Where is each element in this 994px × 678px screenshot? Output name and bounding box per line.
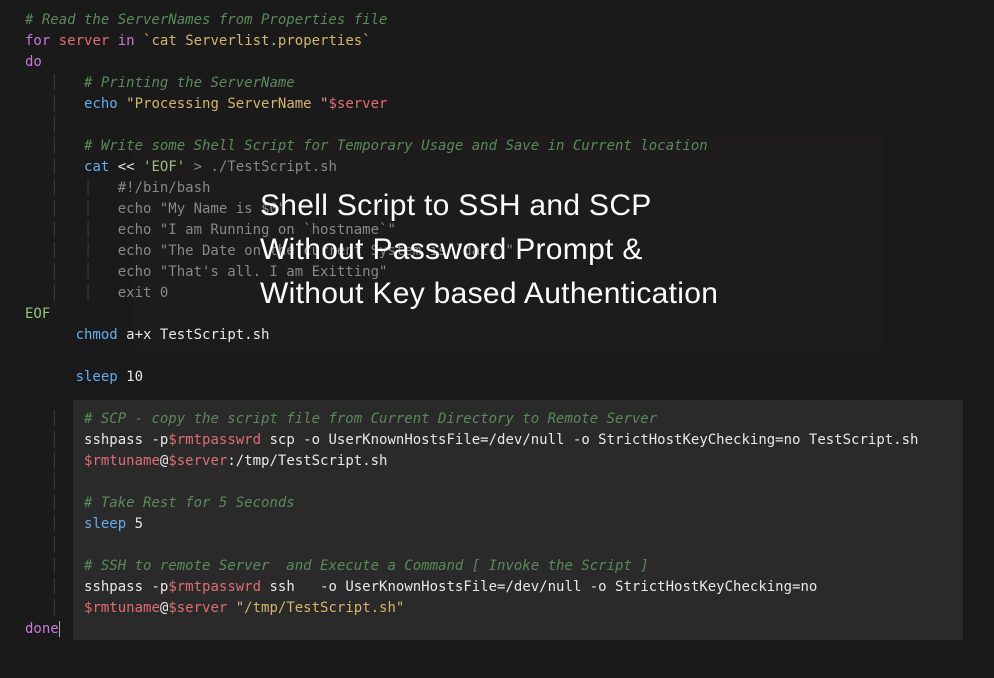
string: "Processing ServerName "	[126, 96, 328, 112]
remote-path: :/tmp/TestScript.sh	[227, 453, 387, 469]
keyword-done: done	[25, 621, 59, 637]
backtick-cmd: `cat Serverlist.properties`	[143, 33, 371, 49]
variable-ref: $server	[168, 600, 227, 616]
keyword-in: in	[118, 33, 135, 49]
heredoc-end: EOF	[25, 306, 50, 322]
ssh-args: ssh -o UserKnownHostsFile=/dev/null -o S…	[261, 579, 817, 595]
cmd-sshpass: sshpass -p	[84, 432, 168, 448]
redirect: > ./TestScript.sh	[194, 159, 337, 175]
operator: <<	[118, 159, 135, 175]
scp-args: scp -o UserKnownHostsFile=/dev/null -o S…	[261, 432, 918, 448]
variable-ref: $rmtpasswrd	[168, 579, 261, 595]
comment: # Take Rest for 5 Seconds	[84, 495, 295, 511]
heredoc-line: exit 0	[118, 285, 169, 301]
cursor-icon	[59, 621, 60, 637]
keyword-for: for	[25, 33, 50, 49]
comment: # Read the ServerNames from Properties f…	[25, 12, 387, 28]
sleep-arg: 10	[126, 369, 143, 385]
variable-ref: $server	[168, 453, 227, 469]
title-line-1: Shell Script to SSH and SCP	[260, 185, 718, 227]
cmd-chmod: chmod	[76, 327, 118, 343]
cmd-echo: echo	[84, 96, 118, 112]
comment: # SCP - copy the script file from Curren…	[84, 411, 657, 427]
sleep-arg: 5	[135, 516, 143, 532]
cmd-sleep: sleep	[76, 369, 118, 385]
heredoc-marker: 'EOF'	[143, 159, 185, 175]
string: "/tmp/TestScript.sh"	[227, 600, 404, 616]
comment: # SSH to remote Server and Execute a Com…	[84, 558, 649, 574]
chmod-args: a+x TestScript.sh	[126, 327, 269, 343]
heredoc-line: #!/bin/bash	[118, 180, 211, 196]
cmd-sleep: sleep	[84, 516, 126, 532]
title-line-3: Without Key based Authentication	[260, 273, 718, 315]
variable-ref: $rmtuname	[84, 600, 160, 616]
variable-ref: $rmtpasswrd	[168, 432, 261, 448]
cmd-sshpass: sshpass -p	[84, 579, 168, 595]
cmd-cat: cat	[84, 159, 109, 175]
keyword-do: do	[25, 54, 42, 70]
title-overlay: Shell Script to SSH and SCP Without Pass…	[260, 185, 718, 317]
variable-ref: $rmtuname	[84, 453, 160, 469]
comment: # Printing the ServerName	[84, 75, 295, 91]
title-line-2: Without Password Prompt &	[260, 229, 718, 271]
comment: # Write some Shell Script for Temporary …	[84, 138, 708, 154]
variable: server	[59, 33, 110, 49]
code-editor[interactable]: # Read the ServerNames from Properties f…	[25, 10, 994, 640]
variable-ref: $server	[328, 96, 387, 112]
